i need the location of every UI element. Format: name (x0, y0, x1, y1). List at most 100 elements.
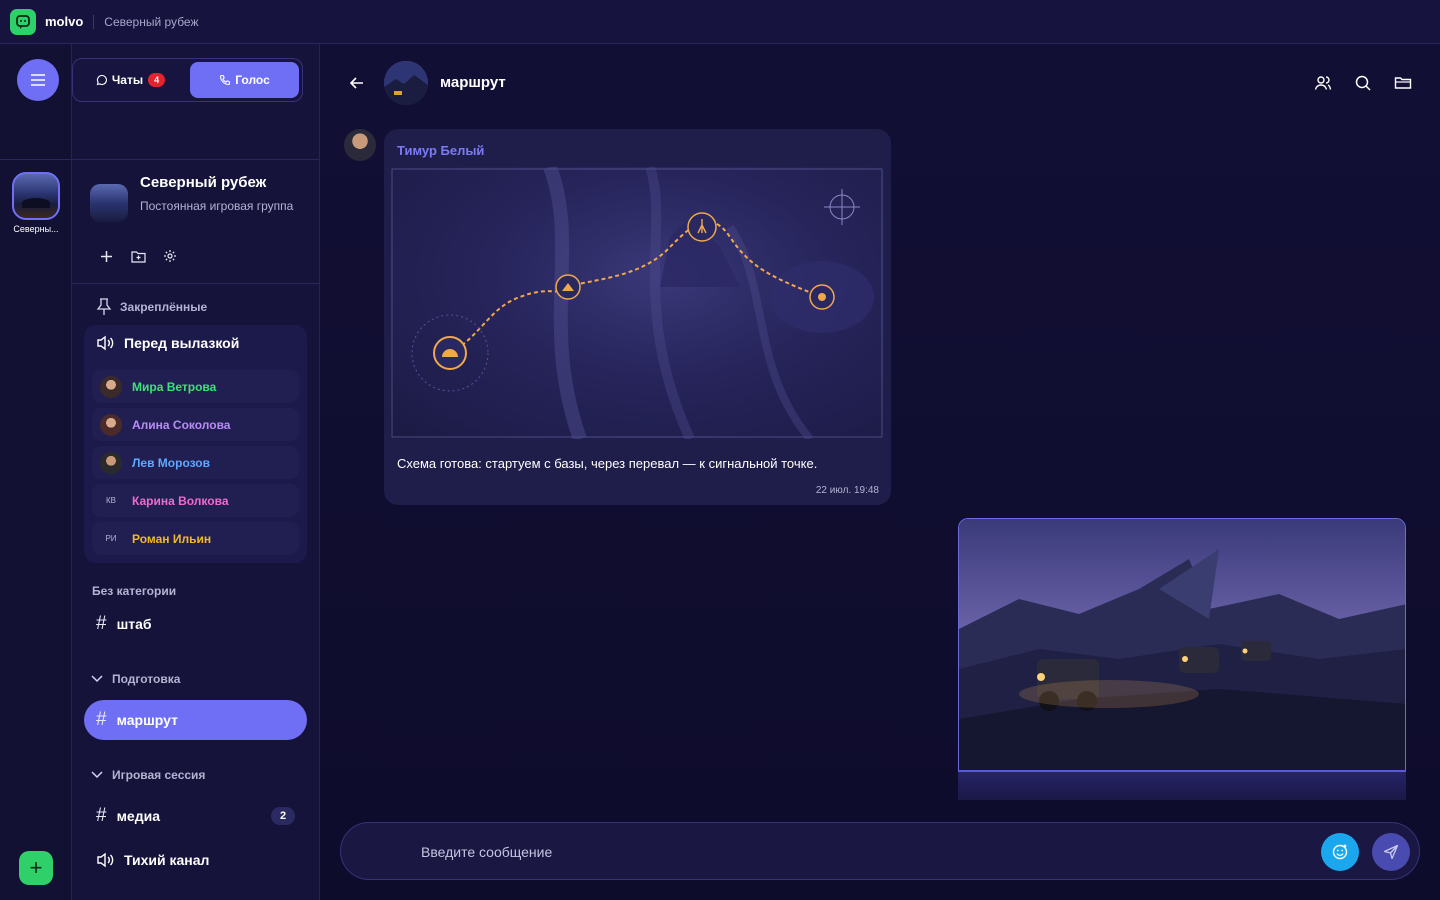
member-item[interactable]: КВ Карина Волкова (92, 484, 299, 517)
sidebar-divider (72, 159, 319, 160)
emoji-button[interactable] (1321, 833, 1359, 871)
member-item[interactable]: РИ Роман Ильин (92, 522, 299, 555)
gear-icon (164, 250, 176, 262)
hash-icon: # (96, 613, 107, 634)
group-name: Северный рубеж (140, 174, 267, 191)
hamburger-icon (31, 74, 45, 86)
avatar (100, 451, 122, 474)
add-channel-button[interactable] (98, 248, 114, 264)
channel-hq[interactable]: # штаб (84, 604, 307, 644)
chevron-down-icon (91, 675, 103, 683)
group-settings-button[interactable] (162, 248, 178, 264)
chat-header: маршрут (320, 44, 1440, 124)
chat-panel: маршрут Тимур Белый Схема готова: старту… (320, 44, 1440, 900)
attached-photo[interactable] (958, 518, 1406, 800)
search-icon (1355, 75, 1371, 91)
group-subtitle: Постоянная игровая группа (140, 199, 294, 213)
server-item-severny[interactable]: Северны... (8, 172, 64, 234)
sidebar-divider-2 (72, 283, 319, 284)
users-icon (1314, 76, 1332, 90)
app-logo-icon (10, 8, 36, 35)
pinned-header: Закреплённые (96, 298, 207, 316)
member-name: Лев Морозов (132, 455, 211, 470)
rail-divider (0, 159, 72, 160)
send-icon (1383, 844, 1399, 860)
arrow-left-icon (349, 77, 363, 89)
send-button[interactable] (1372, 833, 1410, 871)
member-name: Алина Соколова (132, 417, 231, 432)
group-actions (98, 248, 178, 264)
avatar (100, 413, 122, 436)
add-folder-button[interactable] (130, 248, 146, 264)
category-prep[interactable]: Подготовка (90, 672, 180, 686)
member-name: Мира Ветрова (132, 379, 217, 394)
message-input[interactable] (421, 840, 1301, 864)
app-name: molvo (45, 14, 84, 29)
members-button[interactable] (1314, 74, 1332, 92)
group-avatar (90, 184, 128, 222)
tab-voice[interactable]: Голос (190, 62, 299, 98)
plus-icon (100, 250, 112, 262)
voice-channel-before-raid[interactable]: Перед вылазкой (96, 335, 239, 351)
sidebar-tabs: Чаты 4 Голос (72, 58, 303, 102)
member-item[interactable]: Лев Морозов (92, 446, 299, 479)
add-server-button[interactable]: + (19, 851, 53, 885)
author-avatar[interactable] (344, 129, 376, 161)
menu-button[interactable] (17, 59, 59, 101)
message-author[interactable]: Тимур Белый (397, 143, 484, 158)
category-session[interactable]: Игровая сессия (90, 768, 205, 782)
speaker-icon (97, 852, 114, 868)
tab-chats[interactable]: Чаты 4 (76, 62, 185, 98)
route-map-image[interactable] (390, 167, 884, 439)
server-label: Северны... (13, 224, 59, 234)
server-rail: Северны... + (0, 44, 72, 900)
files-button[interactable] (1394, 74, 1412, 92)
group-header: Северный рубеж Постоянная игровая группа (90, 174, 310, 222)
avatar (100, 375, 122, 398)
plus-icon: + (29, 855, 43, 880)
channel-avatar (384, 61, 428, 105)
channel-label: маршрут (116, 712, 178, 728)
chat-bubble-icon (96, 74, 107, 86)
tab-voice-label: Голос (235, 73, 270, 87)
message-composer (340, 822, 1420, 880)
photo-caption-bar (958, 770, 1406, 800)
header-actions (1314, 74, 1412, 92)
channel-route[interactable]: # маршрут (84, 700, 307, 740)
tab-chats-label: Чаты (111, 73, 144, 87)
pin-icon (96, 298, 112, 315)
hash-icon: # (96, 805, 107, 826)
member-name: Карина Волкова (132, 493, 229, 508)
pinned-header-label: Закреплённые (120, 300, 208, 314)
member-item[interactable]: Мира Ветрова (92, 370, 299, 403)
avatar: РИ (105, 534, 117, 543)
voice-channel-label: Перед вылазкой (124, 335, 240, 351)
category-uncategorized: Без категории (92, 584, 177, 598)
message-text: Схема готова: стартуем с базы, через пер… (397, 456, 818, 471)
folder-icon (1394, 77, 1412, 89)
search-button[interactable] (1354, 74, 1372, 92)
avatar: КВ (106, 496, 116, 505)
folder-plus-icon (130, 250, 146, 263)
top-bar: molvo Северный рубеж (0, 0, 1440, 44)
channel-label: Тихий канал (124, 852, 210, 868)
speaker-icon (97, 335, 114, 351)
back-button[interactable] (348, 74, 368, 94)
chevron-down-icon (91, 771, 103, 779)
category-label: Игровая сессия (112, 768, 206, 782)
chat-title: маршрут (440, 74, 506, 91)
member-item[interactable]: Алина Соколова (92, 408, 299, 441)
channel-quiet[interactable]: Тихий канал (84, 840, 307, 880)
channel-media[interactable]: # медиа 2 (84, 796, 307, 836)
unread-count-badge: 2 (271, 807, 295, 825)
message-timestamp: 22 июл. 19:48 (815, 485, 879, 496)
window-title: Северный рубеж (104, 14, 199, 29)
server-avatar (12, 172, 60, 220)
emoji-icon (1332, 844, 1348, 860)
hash-icon: # (96, 709, 107, 730)
channel-label: медиа (116, 808, 160, 824)
category-label: Подготовка (112, 672, 181, 686)
channel-sidebar: Чаты 4 Голос Северный рубеж Постоянная и… (72, 44, 320, 900)
member-name: Роман Ильин (132, 531, 212, 546)
channel-label: штаб (116, 616, 152, 632)
